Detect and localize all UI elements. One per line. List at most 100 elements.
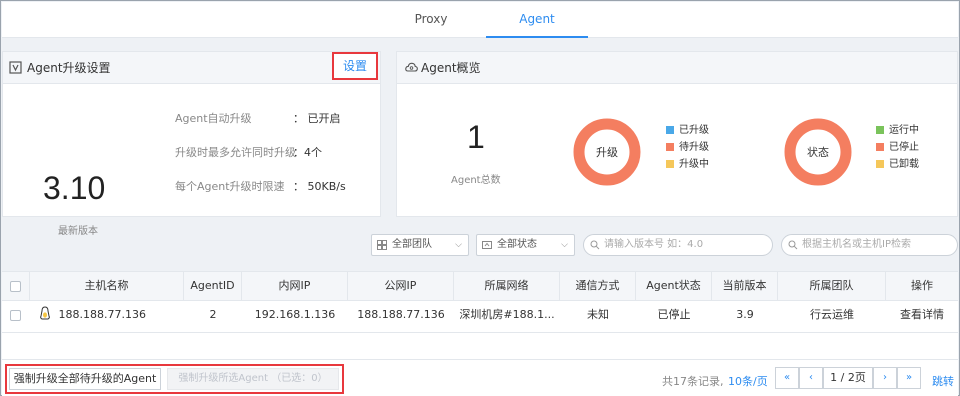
version-cell: 3.9 <box>736 308 754 321</box>
legend-label: 已升级 <box>679 125 709 136</box>
version-search-input[interactable]: 请输入版本号 如：4.0 <box>583 234 773 256</box>
total-records: 共17条记录, <box>662 375 724 388</box>
agent-overview-header: Agent概览 <box>397 52 957 84</box>
col-header-agent-id[interactable]: AgentID <box>184 272 242 300</box>
col-header-network[interactable]: 所属网络 <box>454 272 560 300</box>
legend-upgrading: 升级中 <box>666 156 709 173</box>
host-search-input[interactable]: 根据主机名或主机IP检索 <box>781 234 958 256</box>
legend-swatch <box>666 126 674 134</box>
legend-label: 升级中 <box>679 159 709 170</box>
col-header-host[interactable]: 主机名称 <box>30 272 184 300</box>
legend-swatch <box>666 160 674 168</box>
jump-page-link[interactable]: 跳转 <box>932 373 954 389</box>
status-filter-select[interactable]: 全部状态 ⌵ <box>476 234 575 256</box>
upgrade-donut-label: 升级 <box>596 146 618 159</box>
row-checkbox[interactable] <box>10 310 21 321</box>
select-all-checkbox[interactable] <box>10 281 21 292</box>
bulk-actions-highlight: 强制升级全部待升级的Agent 强制升级所选Agent （已选：0） <box>5 364 344 394</box>
setting-label: Agent自动升级 <box>175 112 252 125</box>
host-search-placeholder: 根据主机名或主机IP检索 <box>802 239 911 250</box>
latest-version-label: 最新版本 <box>58 226 98 237</box>
search-icon <box>590 240 600 250</box>
legend-stopped: 已停止 <box>876 139 919 156</box>
speed-limit-setting: 每个Agent升级时限速 ： 50KB/s <box>175 178 346 194</box>
tab-proxy[interactable]: Proxy <box>398 2 464 38</box>
agent-overview-title: Agent概览 <box>421 61 481 75</box>
legend-label: 已停止 <box>889 142 919 153</box>
chevron-down-icon: ⌵ <box>455 240 462 250</box>
col-header-comm[interactable]: 通信方式 <box>560 272 636 300</box>
col-header-team[interactable]: 所属团队 <box>778 272 886 300</box>
row-select-cell <box>2 301 30 332</box>
legend-label: 运行中 <box>889 125 919 136</box>
tab-bar: Proxy Agent <box>2 2 958 38</box>
table-header: 主机名称 AgentID 内网IP 公网IP 所属网络 通信方式 Agent状态… <box>2 271 958 301</box>
agent-total-value: 1 <box>467 119 485 155</box>
prev-page-button[interactable]: ‹ <box>799 367 823 389</box>
setting-value: ： 已开启 <box>293 112 341 125</box>
host-cell: 188.188.77.136 <box>30 301 184 332</box>
setting-value: ：4个 <box>293 146 322 159</box>
cloud-icon <box>405 62 418 72</box>
upgrade-settings-header: Agent升级设置 设置 <box>3 52 380 84</box>
first-page-button[interactable]: « <box>775 367 799 389</box>
col-header-public-ip[interactable]: 公网IP <box>348 272 454 300</box>
team-cell: 行云运维 <box>810 308 854 321</box>
legend-swatch <box>876 126 884 134</box>
legend-swatch <box>876 143 884 151</box>
latest-version-value: 3.10 <box>43 170 106 206</box>
legend-uninstalled: 已卸载 <box>876 156 919 173</box>
legend-label: 已卸载 <box>889 159 919 170</box>
legend-pending-upgrade: 待升级 <box>666 139 709 156</box>
agent-id-cell: 2 <box>209 308 217 321</box>
concurrent-upgrade-setting: 升级时最多允许同时升级 ：4个 <box>175 144 322 160</box>
linux-icon <box>40 306 50 320</box>
search-icon <box>788 240 798 250</box>
public-ip-cell: 188.188.77.136 <box>357 308 445 321</box>
status-filter-value: 全部状态 <box>497 239 537 250</box>
setting-value: ： 50KB/s <box>293 180 346 193</box>
upgrade-legend: 已升级 待升级 升级中 <box>666 122 709 173</box>
host-name: 188.188.77.136 <box>58 308 146 321</box>
agent-total-label: Agent总数 <box>451 175 501 186</box>
upgrade-settings-title: Agent升级设置 <box>27 61 111 75</box>
next-page-button[interactable]: › <box>873 367 897 389</box>
tab-agent[interactable]: Agent <box>486 2 588 38</box>
status-donut-label: 状态 <box>807 146 829 159</box>
legend-label: 待升级 <box>679 142 709 153</box>
auto-upgrade-setting: Agent自动升级 ： 已开启 <box>175 110 341 126</box>
table-empty-area <box>2 333 958 359</box>
legend-running: 运行中 <box>876 122 919 139</box>
table-row[interactable]: 188.188.77.136 2 192.168.1.136 188.188.7… <box>2 301 958 333</box>
force-upgrade-all-button[interactable]: 强制升级全部待升级的Agent <box>9 368 161 390</box>
grid-icon <box>377 240 387 250</box>
col-header-status[interactable]: Agent状态 <box>636 272 712 300</box>
team-filter-select[interactable]: 全部团队 ⌵ <box>371 234 469 256</box>
app-frame: Proxy Agent Agent升级设置 设置 3.10 最新版本 Agent… <box>0 0 960 396</box>
last-page-button[interactable]: » <box>897 367 921 389</box>
select-all-cell <box>2 272 30 300</box>
version-search-placeholder: 请输入版本号 如：4.0 <box>604 239 704 250</box>
legend-upgraded: 已升级 <box>666 122 709 139</box>
status-icon <box>482 241 492 249</box>
status-legend: 运行中 已停止 已卸载 <box>876 122 919 173</box>
table-footer: 强制升级全部待升级的Agent 强制升级所选Agent （已选：0） 共17条记… <box>2 359 958 396</box>
chevron-down-icon: ⌵ <box>561 240 568 250</box>
upgrade-settings-card: Agent升级设置 设置 3.10 最新版本 Agent自动升级 ： 已开启 升… <box>2 51 381 237</box>
setting-label: 每个Agent升级时限速 <box>175 180 285 193</box>
col-header-action: 操作 <box>911 279 933 292</box>
private-ip-cell: 192.168.1.136 <box>254 308 336 321</box>
page-info: 1 / 2页 <box>823 367 873 389</box>
upgrade-card-icon <box>9 61 22 74</box>
status-cell: 已停止 <box>657 308 691 321</box>
team-filter-value: 全部团队 <box>392 239 432 250</box>
view-details-link[interactable]: 查看详情 <box>886 301 958 332</box>
force-upgrade-selected-button[interactable]: 强制升级所选Agent （已选：0） <box>167 368 339 390</box>
settings-button[interactable]: 设置 <box>332 52 378 80</box>
col-header-private-ip[interactable]: 内网IP <box>242 272 348 300</box>
network-cell: 深圳机房#188.1... <box>459 308 555 321</box>
setting-label: 升级时最多允许同时升级 <box>175 146 296 159</box>
legend-swatch <box>666 143 674 151</box>
col-header-version[interactable]: 当前版本 <box>712 272 778 300</box>
page-size-select[interactable]: 10条/页 <box>728 373 768 389</box>
